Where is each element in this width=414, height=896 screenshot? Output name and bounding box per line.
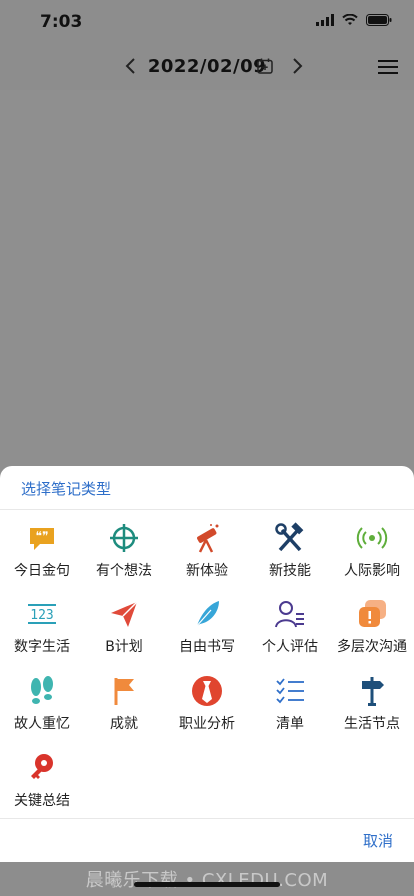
status-time: 7:03 [40,12,83,32]
date-nav-bar: 2022/02/09 [0,44,414,90]
note-type-item[interactable]: 个人评估 [249,594,331,664]
svg-text:❝❞: ❝❞ [36,529,49,543]
flag-icon [114,678,134,705]
telescope-icon [197,524,219,553]
status-bar: 7:03 [0,0,414,44]
calendar-add-icon[interactable] [257,58,273,74]
note-type-item[interactable]: 人际影响 [331,518,413,588]
svg-text:123: 123 [30,608,53,623]
signal-icon [316,14,334,26]
watermark-text: 晨曦乐下载 • CXLEDU.COM [85,870,329,891]
footprints-icon [31,676,53,704]
home-indicator[interactable] [134,882,280,887]
note-type-item[interactable]: 关键总结 [1,748,83,818]
note-type-item[interactable]: 多层次沟通 [331,594,413,664]
wifi-icon [342,14,358,25]
note-type-item[interactable]: 新体验 [166,518,248,588]
paper-plane-icon [111,601,138,627]
tools-icon [275,522,304,552]
signpost-icon [362,677,384,706]
battery-icon [366,14,392,26]
menu-icon[interactable] [378,59,398,75]
chevron-right-icon[interactable] [290,57,304,75]
note-type-item[interactable]: 有个想法 [83,518,165,588]
note-type-item[interactable]: 123 数字生活 [1,594,83,664]
stacked-chat-icon [359,600,386,627]
broadcast-icon [356,527,388,549]
note-type-item[interactable]: 新技能 [249,518,331,588]
checklist-icon [276,678,304,704]
divider [0,818,414,819]
key-icon [31,754,53,779]
note-type-item[interactable]: ❝❞ 今日金句 [1,518,83,588]
note-type-item[interactable]: 生活节点 [331,671,413,741]
digits-icon: 123 [28,604,56,624]
cancel-button[interactable]: 取消 [363,830,393,851]
note-type-sheet: 选择笔记类型 ❝❞ 今日金句 有个想法 新体验 新技能 人际影响 123 数字生… [0,466,414,862]
status-icons [316,14,392,26]
person-list-icon [275,601,304,628]
note-type-item[interactable]: 自由书写 [166,594,248,664]
tie-icon [192,676,222,706]
feather-icon [194,601,219,629]
note-type-item[interactable]: 清单 [249,671,331,741]
divider [0,509,414,510]
note-type-item[interactable]: 职业分析 [166,671,248,741]
crosshair-icon [110,524,138,552]
quote-bubble-icon: ❝❞ [30,528,54,550]
current-date[interactable]: 2022/02/09 [0,56,414,77]
sheet-title: 选择笔记类型 [21,480,112,498]
note-type-item[interactable]: B计划 [83,594,165,664]
note-type-item[interactable]: 故人重忆 [1,671,83,741]
note-type-item[interactable]: 成就 [83,671,165,741]
